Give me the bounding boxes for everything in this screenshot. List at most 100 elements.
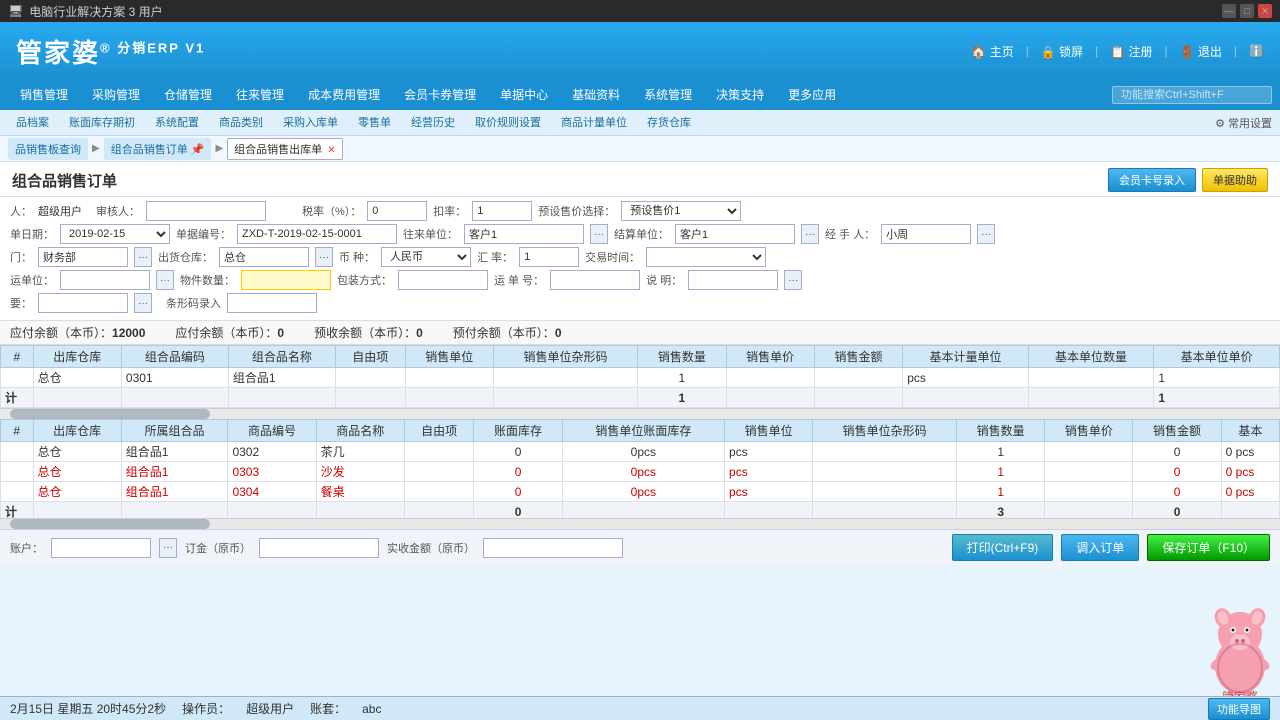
save-order-btn[interactable]: 保存订单（F10） (1147, 534, 1270, 561)
transport-select-btn[interactable]: ··· (156, 270, 174, 290)
received-input[interactable] (483, 538, 623, 558)
table-row[interactable]: 总仓 0301 组合品1 1 pcs 1 (1, 368, 1280, 388)
subnav-account[interactable]: 账面库存期初 (61, 111, 143, 135)
subnav-unit[interactable]: 商品计量单位 (553, 111, 635, 135)
trade-time-select[interactable] (646, 247, 766, 267)
th-sale-amount: 销售金额 (814, 346, 902, 368)
description-select-btn[interactable]: ··· (784, 270, 802, 290)
subnav-purchase-in[interactable]: 采购入库单 (275, 111, 346, 135)
btd-code2: 0303 (228, 462, 316, 482)
maximize-btn[interactable]: □ (1240, 4, 1254, 18)
home-link[interactable]: 🏠 主页 (971, 43, 1013, 60)
partner-input[interactable] (464, 224, 584, 244)
settings-btn[interactable]: ⚙ 常用设置 (1215, 115, 1272, 131)
btd-price2 (1045, 462, 1133, 482)
help-map-btn[interactable]: 功能导图 (1208, 698, 1270, 720)
handler-input[interactable] (881, 224, 971, 244)
nav-system[interactable]: 系统管理 (632, 80, 704, 110)
nav-basic[interactable]: 基础资料 (560, 80, 632, 110)
barcode-input[interactable] (227, 293, 317, 313)
member-card-btn[interactable]: 会员卡号录入 (1108, 168, 1196, 192)
btd-combo: 组合品1 (121, 442, 228, 462)
subnav-retail[interactable]: 零售单 (350, 111, 399, 135)
dept-input[interactable] (38, 247, 128, 267)
price-select[interactable]: 预设售价1 (621, 201, 741, 221)
lock-link[interactable]: 🔒 锁屏 (1041, 43, 1083, 60)
td-s6 (493, 388, 637, 408)
form-row-1: 人： 超级用户 审核人： 税率（%）： 扣率： 预设售价选择： 预设售价1 (10, 201, 1270, 221)
minimize-btn[interactable]: — (1222, 4, 1236, 18)
breadcrumb-query[interactable]: 品销售板查询 (8, 138, 88, 160)
account-input[interactable] (51, 538, 151, 558)
partner-select-btn[interactable]: ··· (590, 224, 608, 244)
subnav-price-rules[interactable]: 取价规则设置 (467, 111, 549, 135)
info-link[interactable]: ℹ️ (1249, 44, 1264, 58)
nav-cost[interactable]: 成本费用管理 (296, 80, 392, 110)
remark-select-btn[interactable]: ··· (134, 293, 152, 313)
table-row[interactable]: 总仓 组合品1 0304 餐桌 0 0pcs pcs 1 0 0 pcs (1, 482, 1280, 502)
warehouse-input[interactable] (219, 247, 309, 267)
parts-count-input[interactable] (241, 270, 331, 290)
btd-base: 0 pcs (1221, 442, 1279, 462)
date-select[interactable]: 2019-02-15 (60, 224, 170, 244)
bts-stock: 0 (474, 502, 562, 520)
dept-select-btn[interactable]: ··· (134, 247, 152, 267)
subnav-warehouse[interactable]: 存货仓库 (639, 111, 699, 135)
btd-code: 0302 (228, 442, 316, 462)
close-btn[interactable]: ✕ (1258, 4, 1272, 18)
nav-decision[interactable]: 决策支持 (704, 80, 776, 110)
bill-help-btn[interactable]: 单据助助 (1202, 168, 1268, 192)
discount-input[interactable] (472, 201, 532, 221)
import-order-btn[interactable]: 调入订单 (1061, 534, 1139, 561)
title-bar-icon: 🖥 (8, 4, 23, 18)
settlement-select-btn[interactable]: ··· (801, 224, 819, 244)
sub-nav: 品档案 账面库存期初 系统配置 商品类别 采购入库单 零售单 经营历史 取价规则… (0, 110, 1280, 136)
handler-select-btn[interactable]: ··· (977, 224, 995, 244)
reviewer-input[interactable] (146, 201, 266, 221)
bts4 (316, 502, 404, 520)
td-s11 (1028, 388, 1154, 408)
currency-select[interactable]: 人民币 (381, 247, 471, 267)
breadcrumb-combo-out[interactable]: 组合品销售出库单 ✕ (227, 138, 342, 160)
top-scroll-thumb[interactable] (10, 409, 210, 419)
nav-sales[interactable]: 销售管理 (8, 80, 80, 110)
close-tab-icon[interactable]: ✕ (327, 145, 335, 156)
nav-member[interactable]: 会员卡券管理 (392, 80, 488, 110)
settlement-input[interactable] (675, 224, 795, 244)
tax-rate-input[interactable] (367, 201, 427, 221)
waybill-input[interactable] (550, 270, 640, 290)
subnav-history[interactable]: 经营历史 (403, 111, 463, 135)
description-input[interactable] (688, 270, 778, 290)
package-input[interactable] (398, 270, 488, 290)
description-label: 说 明： (646, 272, 682, 288)
warehouse-select-btn[interactable]: ··· (315, 247, 333, 267)
table-row[interactable]: 总仓 组合品1 0302 茶几 0 0pcs pcs 1 0 0 pcs (1, 442, 1280, 462)
table-row[interactable]: 总仓 组合品1 0303 沙发 0 0pcs pcs 1 0 0 pcs (1, 462, 1280, 482)
transport-input[interactable] (60, 270, 150, 290)
nav-warehouse[interactable]: 仓储管理 (152, 80, 224, 110)
nav-more[interactable]: 更多应用 (776, 80, 848, 110)
nav-search-input[interactable] (1112, 86, 1272, 104)
remark-input[interactable] (38, 293, 128, 313)
register-link[interactable]: 📋 注册 (1110, 43, 1152, 60)
nav-transactions[interactable]: 往来管理 (224, 80, 296, 110)
exchange-input[interactable] (519, 247, 579, 267)
form-row-5: 要： ··· 条形码录入 (10, 293, 1270, 313)
account-select-btn[interactable]: ··· (159, 538, 177, 558)
logout-link[interactable]: 🚪 退出 (1180, 43, 1222, 60)
breadcrumb-combo-order[interactable]: 组合品销售订单 📌 (104, 138, 212, 160)
subnav-product-file[interactable]: 品档案 (8, 111, 57, 135)
subnav-category[interactable]: 商品类别 (211, 111, 271, 135)
nav-purchase[interactable]: 采购管理 (80, 80, 152, 110)
deposit-input[interactable] (259, 538, 379, 558)
nav-bills[interactable]: 单据中心 (488, 80, 560, 110)
order-no-input[interactable] (237, 224, 397, 244)
btd-price (1045, 442, 1133, 462)
top-table: # 出库仓库 组合品编码 组合品名称 自由项 销售单位 销售单位杂形码 销售数量… (0, 345, 1280, 408)
td-sale-qty: 1 (638, 368, 726, 388)
bot-scrollbar[interactable] (0, 519, 1280, 529)
print-btn[interactable]: 打印(Ctrl+F9) (952, 534, 1054, 561)
bot-scroll-thumb[interactable] (10, 519, 210, 529)
top-scrollbar[interactable] (0, 409, 1280, 419)
subnav-config[interactable]: 系统配置 (147, 111, 207, 135)
